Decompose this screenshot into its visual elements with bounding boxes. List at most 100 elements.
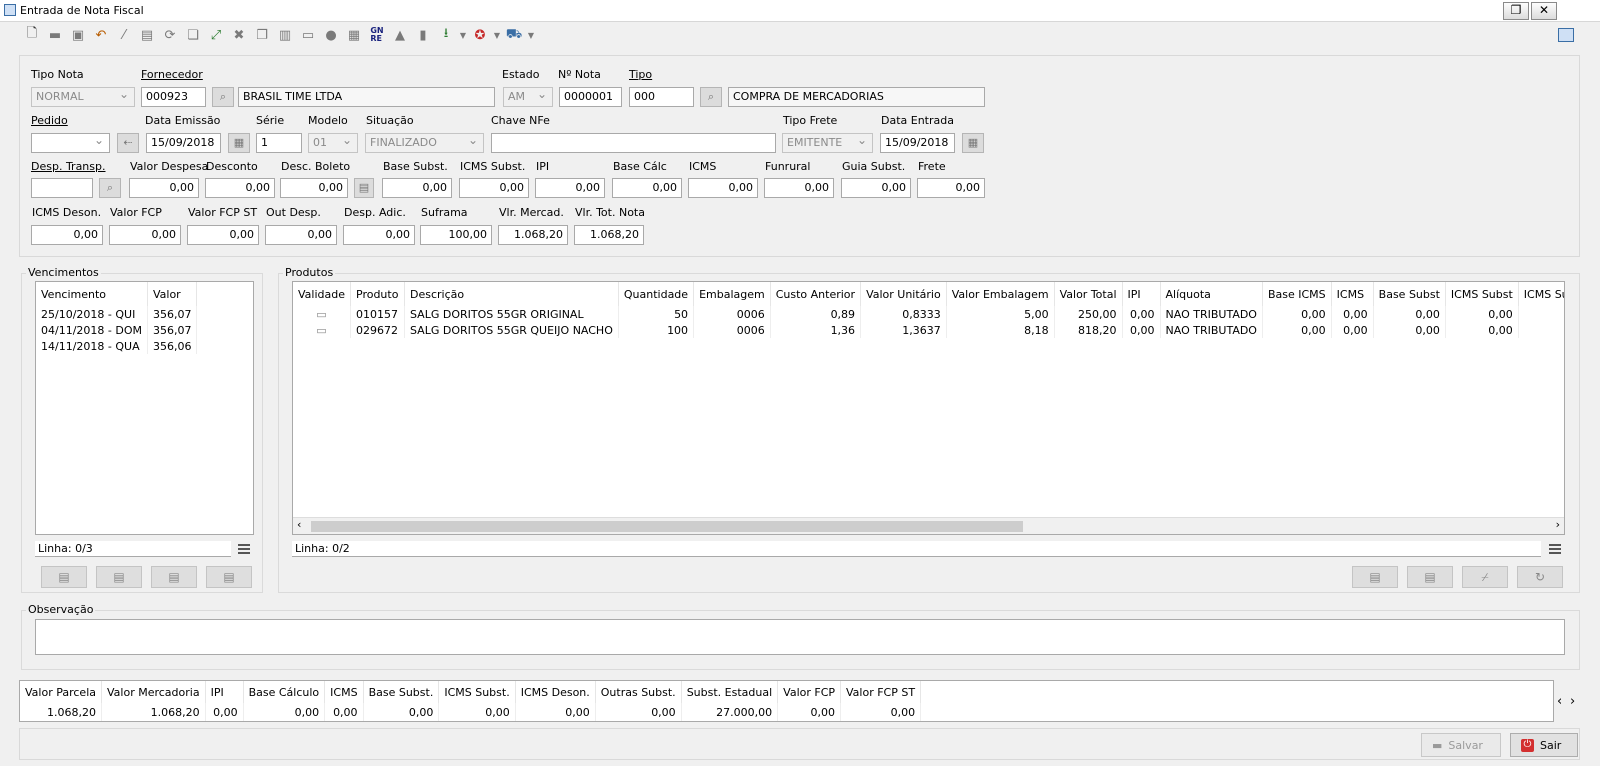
value-field[interactable]: 0,00 bbox=[109, 225, 181, 245]
value-field[interactable]: 0,00 bbox=[459, 178, 529, 198]
column-header[interactable]: Valor Embalagem bbox=[946, 282, 1055, 306]
data-entrada-input[interactable]: 15/09/2018 bbox=[880, 133, 955, 153]
desp-transp-input[interactable] bbox=[31, 178, 93, 198]
exit-button[interactable]: ⏻ Sair bbox=[1510, 733, 1578, 757]
column-header[interactable]: Quantidade bbox=[618, 282, 695, 306]
duplicate-icon[interactable]: ❐ bbox=[252, 25, 272, 45]
tipo-search-button[interactable]: ⌕ bbox=[700, 87, 722, 107]
scrollbar-thumb[interactable] bbox=[311, 521, 1023, 532]
value-field[interactable]: 1.068,20 bbox=[574, 225, 644, 245]
data-emissao-calendar-button[interactable]: ▦ bbox=[228, 133, 250, 153]
produtos-refresh-button[interactable]: ↻ bbox=[1517, 566, 1563, 588]
scroll-right-icon[interactable]: › bbox=[1556, 518, 1560, 531]
data-emissao-input[interactable]: 15/09/2018 bbox=[146, 133, 221, 153]
data-entrada-calendar-button[interactable]: ▦ bbox=[962, 133, 984, 153]
desc-boleto-button[interactable]: ▤ bbox=[354, 178, 374, 198]
warning-icon[interactable]: ▲ bbox=[390, 25, 410, 45]
search-document-icon[interactable]: ▣ bbox=[68, 25, 88, 45]
value-field[interactable]: 0,00 bbox=[841, 178, 911, 198]
download-icon[interactable]: ⭳ bbox=[436, 25, 456, 45]
award-icon[interactable]: ✪ bbox=[470, 25, 490, 45]
vencimentos-edit-button[interactable]: ▤ bbox=[96, 566, 142, 588]
vencimentos-remove-button[interactable]: ▤ bbox=[151, 566, 197, 588]
validity-icon[interactable]: ▭ bbox=[316, 324, 326, 337]
pedido-select[interactable] bbox=[31, 133, 110, 153]
column-header[interactable]: Produto bbox=[350, 282, 405, 306]
desp-transp-search-button[interactable]: ⌕ bbox=[99, 178, 121, 198]
list-icon[interactable]: ▥ bbox=[275, 25, 295, 45]
book-icon[interactable]: ▮ bbox=[413, 25, 433, 45]
column-header[interactable]: Base Subst bbox=[1373, 282, 1446, 306]
column-header[interactable]: IPI bbox=[1122, 282, 1161, 306]
menu-icon[interactable] bbox=[1549, 544, 1561, 554]
table-row[interactable]: ▭ 029672 SALG DORITOS 55GR QUEIJO NACHO 100… bbox=[293, 322, 1564, 338]
value-field[interactable]: 0,00 bbox=[31, 225, 103, 245]
chave-nfe-input[interactable] bbox=[491, 133, 776, 153]
edit-icon[interactable]: ▤ bbox=[137, 25, 157, 45]
observacao-textarea[interactable] bbox=[35, 619, 1565, 655]
dropdown-arrow-icon[interactable]: ▼ bbox=[527, 25, 535, 45]
save-button[interactable]: ▬ Salvar bbox=[1421, 733, 1501, 757]
column-header[interactable]: Valor bbox=[147, 282, 198, 306]
column-header[interactable]: ICMS Subst bbox=[1445, 282, 1519, 306]
value-field[interactable]: 0,00 bbox=[535, 178, 605, 198]
next-arrow-icon[interactable]: › bbox=[1570, 694, 1575, 709]
dropdown-arrow-icon[interactable]: ▼ bbox=[493, 25, 501, 45]
window-list-icon[interactable] bbox=[1558, 28, 1574, 42]
desp-transp-label[interactable]: Desp. Transp. bbox=[31, 160, 106, 173]
value-field[interactable]: 0,00 bbox=[688, 178, 758, 198]
delete-icon[interactable]: ✖ bbox=[229, 25, 249, 45]
value-field[interactable]: 0,00 bbox=[280, 178, 348, 198]
value-field[interactable]: 100,00 bbox=[420, 225, 492, 245]
table-row[interactable]: 25/10/2018 - QUI 356,07 bbox=[36, 306, 198, 322]
value-field[interactable]: 0,00 bbox=[612, 178, 682, 198]
tipo-frete-select[interactable]: EMITENTE bbox=[782, 133, 873, 153]
value-field[interactable]: 0,00 bbox=[382, 178, 452, 198]
produtos-add-button[interactable]: ▤ bbox=[1352, 566, 1398, 588]
estado-select[interactable]: AM bbox=[503, 87, 553, 107]
serie-input[interactable]: 1 bbox=[256, 133, 302, 153]
menu-icon[interactable] bbox=[238, 544, 250, 554]
tipo-code-input[interactable]: 000 bbox=[629, 87, 694, 107]
column-header[interactable]: Valor Unitário bbox=[860, 282, 947, 306]
value-field[interactable]: 1.068,20 bbox=[498, 225, 568, 245]
copy-icon[interactable]: ❏ bbox=[183, 25, 203, 45]
nota-input[interactable]: 0000001 bbox=[559, 87, 622, 107]
column-header[interactable]: Valor Total bbox=[1054, 282, 1123, 306]
horizontal-scrollbar[interactable]: ‹ › bbox=[293, 517, 1564, 534]
close-button[interactable]: ✕ bbox=[1531, 2, 1557, 20]
value-field[interactable]: 0,00 bbox=[764, 178, 834, 198]
undo-icon[interactable]: ↶ bbox=[91, 25, 111, 45]
column-header[interactable]: ICMS bbox=[1331, 282, 1374, 306]
column-header[interactable]: Alíquota bbox=[1160, 282, 1263, 306]
column-header[interactable]: Custo Anterior bbox=[770, 282, 862, 306]
pedido-import-button[interactable]: ⇠ bbox=[117, 133, 139, 153]
column-header[interactable]: Base ICMS bbox=[1262, 282, 1332, 306]
value-field[interactable]: 0,00 bbox=[129, 178, 199, 198]
refresh-icon[interactable]: ⟳ bbox=[160, 25, 180, 45]
table-row[interactable]: 14/11/2018 - QUA 356,06 bbox=[36, 338, 198, 354]
save-icon[interactable]: ▬ bbox=[45, 25, 65, 45]
pedido-label[interactable]: Pedido bbox=[31, 114, 68, 127]
column-header[interactable]: Vencimento bbox=[36, 282, 148, 306]
table-row[interactable]: ▭ 010157 SALG DORITOS 55GR ORIGINAL 50 0006 0… bbox=[293, 306, 1564, 322]
value-field[interactable]: 0,00 bbox=[917, 178, 985, 198]
column-header[interactable]: Descrição bbox=[404, 282, 619, 306]
gnre-icon[interactable]: GN RE bbox=[367, 25, 387, 45]
vencimentos-add-button[interactable]: ▤ bbox=[41, 566, 87, 588]
tipo-label[interactable]: Tipo bbox=[629, 68, 652, 81]
fornecedor-code-input[interactable]: 000923 bbox=[141, 87, 206, 107]
situacao-select[interactable]: FINALIZADO bbox=[365, 133, 484, 153]
vencimentos-generate-button[interactable]: ▤ bbox=[206, 566, 252, 588]
tipo-nota-select[interactable]: NORMAL bbox=[31, 87, 135, 107]
column-header[interactable]: ICMS Subst XML bbox=[1518, 282, 1564, 306]
modelo-select[interactable]: 01 bbox=[308, 133, 358, 153]
value-field[interactable]: 0,00 bbox=[205, 178, 275, 198]
restore-button[interactable]: ❐ bbox=[1503, 2, 1529, 20]
prev-arrow-icon[interactable]: ‹ bbox=[1557, 694, 1562, 709]
truck-icon[interactable]: ⛟ bbox=[504, 25, 524, 45]
value-field[interactable]: 0,00 bbox=[343, 225, 415, 245]
fornecedor-label[interactable]: Fornecedor bbox=[141, 68, 203, 81]
column-header[interactable]: Embalagem bbox=[693, 282, 771, 306]
expand-icon[interactable]: ⤢ bbox=[206, 25, 226, 45]
